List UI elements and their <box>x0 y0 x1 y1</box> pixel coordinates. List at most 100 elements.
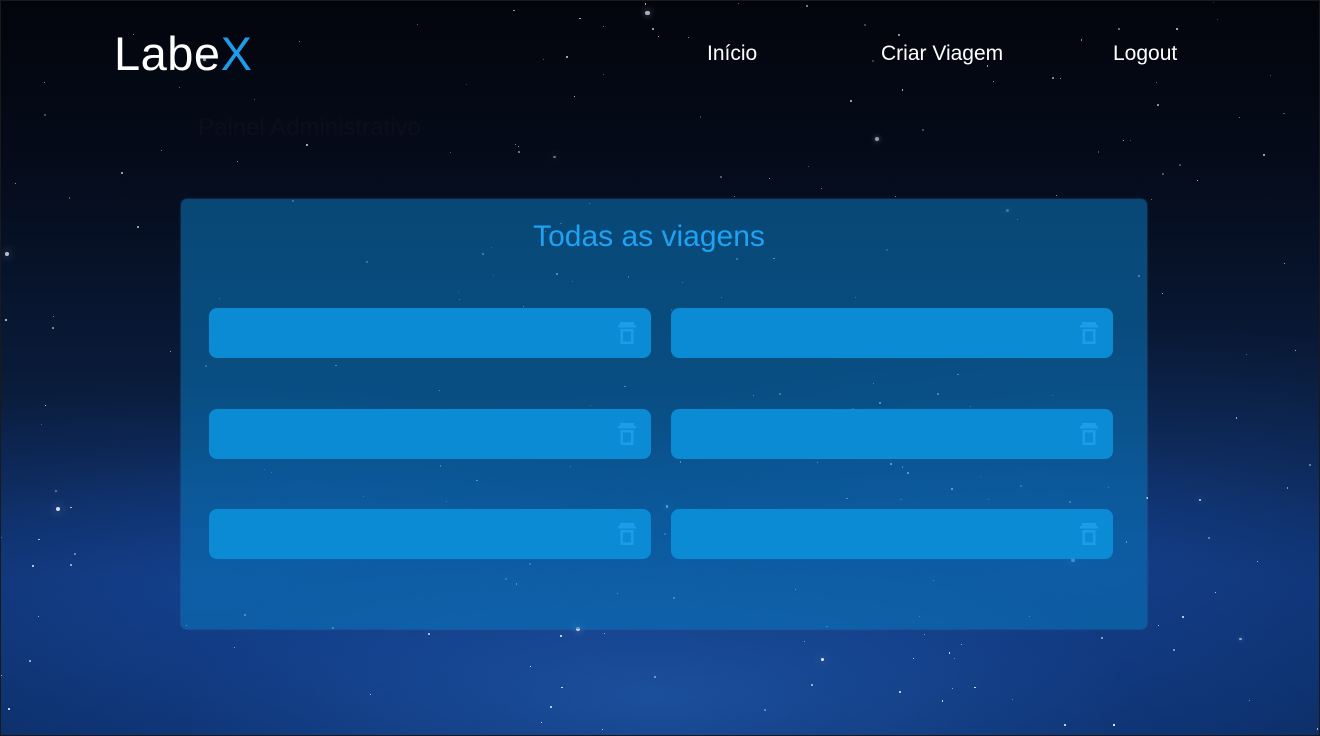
star-dot <box>960 643 962 645</box>
star-dot <box>68 197 70 199</box>
star-dot <box>1294 349 1297 352</box>
trash-icon[interactable] <box>1079 522 1099 546</box>
star-dot <box>875 137 880 142</box>
star-dot <box>768 177 771 180</box>
nav-home-link[interactable]: Início <box>707 41 757 67</box>
trip-card[interactable] <box>671 409 1113 459</box>
star-dot <box>1207 536 1210 539</box>
star-dot <box>54 489 58 493</box>
star-dot <box>699 116 702 118</box>
trip-card[interactable] <box>209 409 651 459</box>
star-dot <box>1284 262 1286 265</box>
star-dot <box>70 506 73 509</box>
star-dot <box>8 708 10 710</box>
trips-panel: Todas as viagens <box>181 199 1147 629</box>
star-dot <box>518 151 520 153</box>
star-dot <box>1316 728 1319 730</box>
star-dot <box>121 172 123 175</box>
labex-logo[interactable]: LabeX <box>114 27 252 81</box>
star-dot <box>811 683 814 686</box>
star-dot <box>52 327 54 329</box>
star-dot <box>1287 487 1289 489</box>
star-dot <box>1012 699 1014 701</box>
star-dot <box>52 316 54 317</box>
star-dot <box>45 404 47 406</box>
star-dot <box>948 652 951 655</box>
star-dot <box>1239 637 1242 641</box>
star-dot <box>895 195 897 197</box>
star-dot <box>1214 592 1217 594</box>
star-dot <box>974 686 976 689</box>
star-dot <box>803 640 806 643</box>
star-dot <box>1262 154 1265 157</box>
star-dot <box>1283 112 1285 114</box>
nav-logout-link[interactable]: Logout <box>1113 41 1177 67</box>
star-dot <box>764 709 767 711</box>
star-dot <box>921 129 924 131</box>
star-dot <box>40 423 42 425</box>
star-dot <box>720 176 723 178</box>
star-dot <box>953 658 955 660</box>
app-window: LabeX Início Criar Viagem Logout Painel … <box>0 0 1320 736</box>
star-dot <box>1056 194 1058 197</box>
star-dot <box>553 155 556 158</box>
star-dot <box>1150 199 1153 201</box>
nav-create-trip-link[interactable]: Criar Viagem <box>881 41 1003 67</box>
star-dot <box>43 113 46 116</box>
star-dot <box>952 687 954 689</box>
logo-accent-letter: X <box>220 27 253 80</box>
star-dot <box>427 633 430 636</box>
star-dot <box>1239 116 1241 118</box>
star-dot <box>1161 173 1164 175</box>
trip-card[interactable] <box>671 308 1113 358</box>
star-dot <box>1182 615 1184 618</box>
trip-card[interactable] <box>209 509 651 559</box>
star-dot <box>55 507 60 512</box>
trash-icon[interactable] <box>1079 422 1099 446</box>
star-dot <box>370 694 372 696</box>
star-dot <box>923 633 925 635</box>
star-dot <box>28 659 31 662</box>
star-dot <box>170 351 172 353</box>
star-dot <box>530 665 532 667</box>
trash-icon[interactable] <box>617 522 637 546</box>
star-dot <box>654 676 656 678</box>
star-dot <box>306 144 308 146</box>
star-dot <box>1113 724 1115 726</box>
star-dot <box>1130 140 1132 142</box>
star-dot <box>1245 353 1247 356</box>
star-dot <box>561 686 564 689</box>
star-dot <box>136 226 139 229</box>
star-dot <box>1097 151 1099 153</box>
star-dot <box>808 165 810 167</box>
star-dot <box>898 691 901 694</box>
star-dot <box>541 722 543 724</box>
trips-panel-title: Todas as viagens <box>533 220 765 253</box>
star-dot <box>549 706 552 709</box>
star-dot <box>941 700 944 702</box>
trip-card[interactable] <box>209 308 651 358</box>
logo-text: Labe <box>114 27 221 80</box>
star-dot <box>734 195 736 198</box>
star-dot <box>603 632 606 635</box>
trash-icon[interactable] <box>617 321 637 345</box>
star-dot <box>1309 463 1312 466</box>
star-dot <box>5 252 9 257</box>
trip-card[interactable] <box>671 509 1113 559</box>
star-dot <box>560 635 562 637</box>
star-dot <box>1172 648 1175 651</box>
star-dot <box>14 182 16 184</box>
star-dot <box>5 319 7 321</box>
star-dot <box>1256 560 1258 562</box>
star-dot <box>1 674 3 677</box>
trash-icon[interactable] <box>617 422 637 446</box>
star-dot <box>234 646 236 648</box>
star-dot <box>449 152 451 153</box>
trash-icon[interactable] <box>1079 321 1099 345</box>
star-dot <box>1197 179 1198 181</box>
star-dot <box>237 161 239 163</box>
star-dot <box>518 146 519 147</box>
star-dot <box>1064 724 1066 726</box>
star-dot <box>514 144 516 146</box>
star-dot <box>821 187 823 189</box>
